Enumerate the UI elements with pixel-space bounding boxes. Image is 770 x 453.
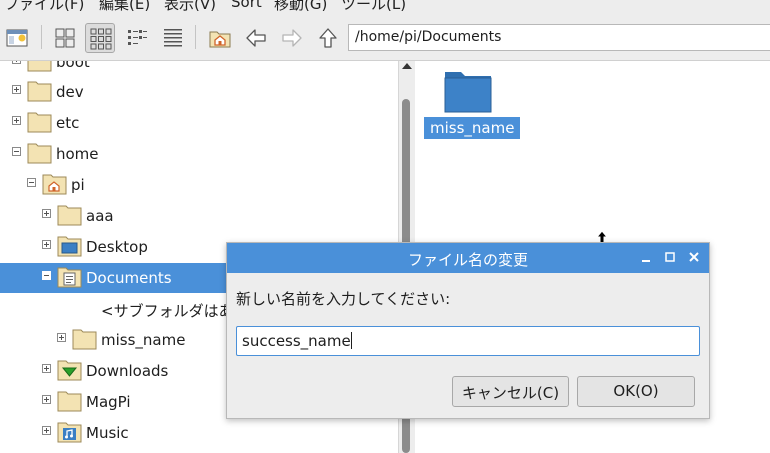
folder-icon [57,391,82,412]
new-window-button[interactable] [2,23,32,53]
tree-item-label: Documents [86,269,172,287]
folder-blue-icon[interactable] [443,68,493,114]
tree-item-dev[interactable]: dev [0,77,398,107]
forward-icon [282,29,302,47]
back-button[interactable] [241,23,271,53]
collapse-icon[interactable] [12,147,21,156]
tree-item-label: Music [86,424,129,442]
tree-item-label: home [56,145,99,163]
menu-file[interactable]: ファイル(F) [4,0,84,14]
menu-view[interactable]: 表示(V) [164,0,216,14]
icon-view-icon [55,28,75,48]
thumbnail-view-icon [90,28,112,50]
compact-view-icon [128,30,147,45]
documents-folder-icon [57,267,82,288]
expand-icon[interactable] [42,426,51,435]
collapse-icon[interactable] [42,271,51,280]
tree-item-label: Desktop [86,238,148,256]
tree-item-label: miss_name [101,331,186,349]
menu-tools[interactable]: ツール(L) [341,0,406,14]
collapse-icon[interactable] [27,178,36,187]
menu-go[interactable]: 移動(G) [274,0,327,14]
dialog-titlebar[interactable]: ファイル名の変更 [227,243,709,273]
toolbar-separator [41,25,42,49]
up-button[interactable] [313,23,343,53]
home-button[interactable] [205,23,235,53]
file-item-label[interactable]: miss_name [424,117,521,139]
tree-item-aaa[interactable]: aaa [0,201,398,231]
tree-item-pi[interactable]: pi [0,170,398,200]
tree-item-label: dev [56,83,84,101]
thumbnail-view-button[interactable] [85,23,115,53]
tree-item-label: etc [56,114,80,132]
tree-item-music[interactable]: Music [0,418,398,448]
back-icon [246,29,266,47]
tree-item-label: pi [71,176,85,194]
dialog-prompt: 新しい名前を入力してください: [236,290,451,308]
folder-icon [27,81,52,102]
tree-item-home[interactable]: home [0,139,398,169]
folder-icon [72,329,97,350]
home-folder-icon [42,174,67,195]
tree-item-label: <サブフォルダはあ [101,302,234,320]
expand-icon[interactable] [42,395,51,404]
music-folder-icon [57,422,82,443]
tree-item-label: MagPi [86,393,131,411]
icon-view-button[interactable] [50,23,80,53]
folder-icon [27,61,52,72]
expand-icon[interactable] [12,61,21,64]
expand-icon[interactable] [57,333,66,342]
expand-icon[interactable] [42,240,51,249]
tree-item-label: boot [56,61,90,71]
maximize-button[interactable] [661,247,679,267]
folder-icon [57,205,82,226]
desktop-folder-icon [57,236,82,257]
folder-icon [27,143,52,164]
expand-icon[interactable] [12,116,21,125]
close-button[interactable] [685,247,703,267]
close-icon [689,252,699,262]
expand-icon[interactable] [12,85,21,94]
menu-edit[interactable]: 編集(E) [99,0,150,14]
up-icon [319,28,337,48]
minimize-icon [642,260,650,262]
tree-item-label: Downloads [86,362,169,380]
path-bar[interactable]: /home/pi/Documents [348,24,770,51]
rename-dialog: ファイル名の変更 新しい名前を入力してください: success_name キャ… [226,242,710,419]
compact-view-button[interactable] [122,23,152,53]
home-icon [209,31,231,48]
rename-input-value: success_name [242,332,351,350]
detailed-list-view-icon [164,29,182,47]
folder-icon [27,112,52,133]
new-window-icon [6,29,28,47]
toolbar-separator [195,25,196,49]
rename-input[interactable]: success_name [236,326,700,356]
tree-item-label: aaa [86,207,114,225]
tree-item-etc[interactable]: etc [0,108,398,138]
scroll-up-arrow-icon[interactable] [402,63,412,69]
text-caret [350,332,352,349]
expand-icon[interactable] [42,209,51,218]
tree-item-boot[interactable]: boot [0,61,398,77]
minimize-button[interactable] [637,247,655,267]
menu-bar: ファイル(F) 編集(E) 表示(V) Sort 移動(G) ツール(L) [0,0,770,13]
expand-icon[interactable] [42,364,51,373]
ok-button[interactable]: OK(O) [577,376,695,407]
downloads-folder-icon [57,360,82,381]
cancel-button[interactable]: キャンセル(C) [452,376,569,407]
toolbar: /home/pi/Documents [0,13,770,61]
forward-button[interactable] [277,23,307,53]
detailed-list-view-button[interactable] [158,23,188,53]
menu-sort[interactable]: Sort [231,0,262,11]
maximize-icon [665,252,675,262]
